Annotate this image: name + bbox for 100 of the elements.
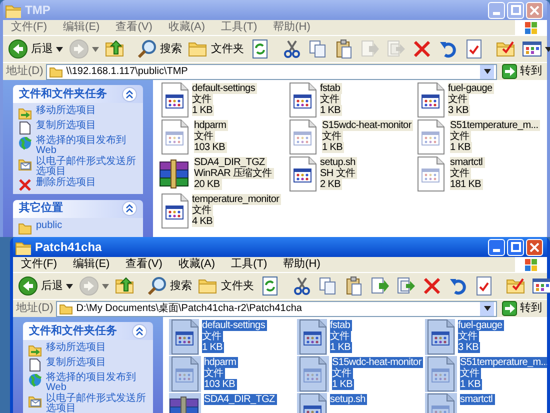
search-button[interactable]: 搜索 xyxy=(145,274,194,298)
file-size: 3 KB xyxy=(458,342,480,353)
delete-icon xyxy=(422,276,442,296)
caret-icon xyxy=(545,46,550,52)
task-link[interactable]: 以电子邮件形式发送所选项目 xyxy=(46,394,148,413)
file-name[interactable]: S15wdc-heat-monitor xyxy=(332,357,424,368)
file-size: 1 KB xyxy=(332,379,354,390)
task-link[interactable]: 移动所选项目 xyxy=(36,106,96,116)
close-button[interactable] xyxy=(526,2,543,18)
page-icon xyxy=(18,121,32,135)
file-name[interactable]: S51temperature_m... xyxy=(460,357,547,368)
menu-item[interactable]: 工具(T) xyxy=(213,22,266,33)
file-size: 1 KB xyxy=(460,379,482,390)
folders-button[interactable]: 文件夹 xyxy=(196,274,256,298)
window-title: TMP xyxy=(25,4,50,16)
file-name[interactable]: default-settings xyxy=(192,83,258,94)
task-link[interactable]: 复制所选项目 xyxy=(46,358,106,368)
panel-header[interactable]: 文件和文件夹任务 xyxy=(23,322,153,340)
panel-title: 文件和文件夹任务 xyxy=(19,86,107,102)
file-size: 181 KB xyxy=(450,179,484,190)
close-button[interactable] xyxy=(526,238,543,256)
properties-icon xyxy=(464,39,484,59)
globe-icon xyxy=(18,136,32,150)
file-type: 文件 xyxy=(320,94,342,105)
file-name[interactable]: fstab xyxy=(320,83,342,94)
copy-to-icon xyxy=(386,39,406,59)
panel-title: 其它位置 xyxy=(19,200,63,216)
file-name[interactable]: SDA4_DIR_TGZ xyxy=(194,157,267,168)
folders-button[interactable]: 文件夹 xyxy=(186,37,246,61)
task-link[interactable]: 以电子邮件形式发送所选项目 xyxy=(36,157,138,177)
file-name[interactable]: S51temperature_m... xyxy=(450,120,540,131)
dropdown-button[interactable] xyxy=(480,302,494,316)
file-name[interactable]: hdparm xyxy=(204,357,238,368)
menu-item[interactable]: 工具(T) xyxy=(223,259,276,270)
file-name[interactable]: fstab xyxy=(330,320,352,331)
sync-icon xyxy=(260,276,280,296)
address-field[interactable]: D:\My Documents\桌面\Patch41cha-r2\Patch41cha xyxy=(56,300,497,316)
file-type: 文件 xyxy=(332,368,354,379)
file-name[interactable]: S15wdc-heat-monitor xyxy=(322,120,414,131)
minimize-button[interactable] xyxy=(488,238,505,256)
page-icon xyxy=(28,358,42,372)
maximize-button[interactable] xyxy=(507,238,524,256)
menu-item[interactable]: 查看(V) xyxy=(108,22,160,33)
panel-header[interactable]: 文件和文件夹任务 xyxy=(13,85,143,103)
panel-header[interactable]: 其它位置 xyxy=(13,200,143,218)
file-type: 文件 xyxy=(458,331,480,342)
file-name[interactable]: setup.sh xyxy=(320,157,358,168)
folder-icon xyxy=(49,66,64,78)
address-label: 地址(D) xyxy=(6,66,44,77)
menu-item[interactable]: 查看(V) xyxy=(118,259,170,270)
file-name[interactable]: fuel-gauge xyxy=(448,83,494,94)
task-link[interactable]: 将选择的项目发布到 Web xyxy=(36,136,138,156)
task-link[interactable]: 移动所选项目 xyxy=(46,343,106,353)
file-name[interactable]: smartctl xyxy=(460,394,495,405)
back-button[interactable]: 后退 xyxy=(6,37,65,61)
back-button[interactable]: 后退 xyxy=(16,274,75,298)
file-size: 1 KB xyxy=(192,105,214,116)
caret-icon xyxy=(92,46,99,52)
file-name[interactable]: fuel-gauge xyxy=(458,320,504,331)
menu-item[interactable]: 文件(F) xyxy=(3,22,56,33)
menu-item[interactable]: 帮助(H) xyxy=(265,22,318,33)
file-icon xyxy=(415,119,447,155)
menu-item[interactable]: 文件(F) xyxy=(13,259,66,270)
file-type: 文件 xyxy=(322,131,344,142)
file-name[interactable]: setup.sh xyxy=(330,394,368,405)
menu-item[interactable]: 帮助(H) xyxy=(275,259,328,270)
windows-flag-icon xyxy=(524,258,538,270)
menu-item[interactable]: 收藏(A) xyxy=(160,22,214,33)
search-button[interactable]: 搜索 xyxy=(135,37,184,61)
file-size: 4 KB xyxy=(192,216,214,227)
file-name[interactable]: default-settings xyxy=(202,320,268,331)
task-link[interactable]: public xyxy=(36,220,62,231)
copy-to-icon xyxy=(396,276,416,296)
undo-icon xyxy=(448,276,468,296)
go-button[interactable]: 转到 xyxy=(500,300,544,317)
menu-item[interactable]: 收藏(A) xyxy=(170,259,224,270)
file-size: 20 KB xyxy=(194,179,222,190)
go-button[interactable]: 转到 xyxy=(500,63,544,80)
panel-title: 文件和文件夹任务 xyxy=(29,324,117,339)
menu-item[interactable]: 编辑(E) xyxy=(65,259,118,270)
dropdown-button[interactable] xyxy=(480,64,494,78)
file-name[interactable]: smartctl xyxy=(450,157,485,168)
maximize-icon xyxy=(510,242,520,252)
file-type: 文件 xyxy=(192,94,214,105)
paste-icon xyxy=(344,276,364,296)
menu-item[interactable]: 编辑(E) xyxy=(55,22,108,33)
program-file-icon xyxy=(159,193,189,229)
file-name[interactable]: temperature_monitor xyxy=(192,194,282,205)
address-field[interactable]: \\192.168.1.117\public\TMP xyxy=(46,64,497,80)
task-link[interactable]: 复制所选项目 xyxy=(36,121,96,131)
views-icon xyxy=(532,276,550,296)
file-size: 1 KB xyxy=(330,342,352,353)
task-link[interactable]: 将选择的项目发布到 Web xyxy=(46,373,148,393)
task-link[interactable]: 删除所选项目 xyxy=(36,178,96,188)
envelope-folder-icon xyxy=(28,394,42,408)
delete-icon xyxy=(18,178,32,192)
file-name[interactable]: hdparm xyxy=(194,120,228,131)
copy-icon xyxy=(308,39,328,59)
file-name[interactable]: SDA4_DIR_TGZ xyxy=(204,394,277,405)
caret-icon xyxy=(102,284,109,288)
